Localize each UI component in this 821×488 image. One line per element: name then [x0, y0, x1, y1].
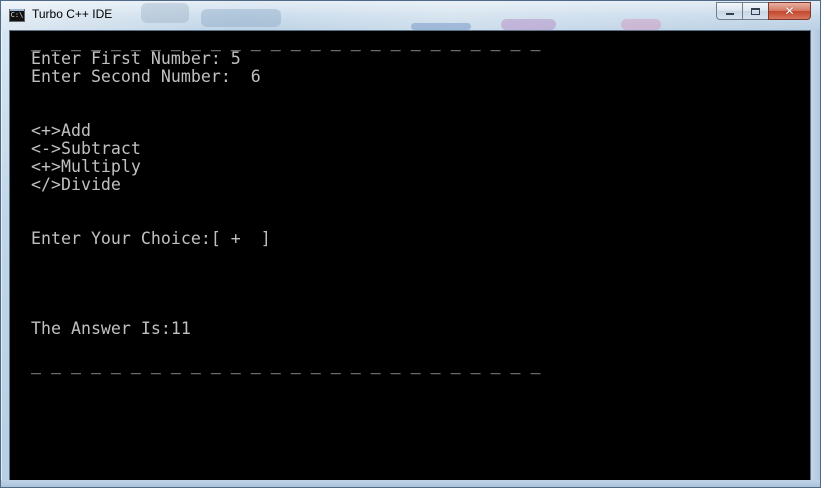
glass-reflection — [621, 19, 661, 30]
console-app-icon[interactable]: C:\ — [9, 9, 25, 22]
close-icon: ✕ — [784, 4, 795, 18]
answer-output: The Answer Is:11 — [31, 319, 191, 338]
choice-prompt: Enter Your Choice:[ + ] — [31, 229, 271, 248]
menu-item-multiply: <+>Multiply — [31, 157, 141, 176]
window-title: Turbo C++ IDE — [32, 7, 113, 21]
caption-buttons: ✕ — [716, 2, 811, 20]
first-number-prompt: Enter First Number: 5 — [31, 49, 241, 68]
menu-item-subtract: <->Subtract — [31, 139, 141, 158]
bottom-divider: _ _ _ _ _ _ _ _ _ _ _ _ _ _ _ _ _ _ _ _ … — [31, 355, 541, 374]
maximize-button[interactable] — [742, 2, 768, 20]
title-bar[interactable]: C:\ Turbo C++ IDE ✕ — [1, 1, 820, 30]
close-button[interactable]: ✕ — [768, 2, 811, 20]
menu-item-divide: </>Divide — [31, 175, 121, 194]
app-icon-label: C:\ — [10, 11, 24, 19]
maximize-icon — [751, 7, 760, 15]
window-bottom-frame[interactable] — [1, 480, 820, 487]
menu-item-add: <+>Add — [31, 121, 91, 140]
glass-reflection — [141, 3, 189, 23]
minimize-icon — [725, 13, 734, 15]
window-right-frame[interactable] — [811, 30, 820, 481]
glass-reflection — [411, 23, 471, 30]
glass-reflection — [201, 9, 281, 27]
minimize-button[interactable] — [716, 2, 742, 20]
console-window: C:\ Turbo C++ IDE ✕ _ _ _ _ _ _ _ _ _ _ … — [0, 0, 821, 488]
console-output[interactable]: _ _ _ _ _ _ _ _ _ _ _ _ _ _ _ _ _ _ _ _ … — [9, 30, 811, 481]
second-number-prompt: Enter Second Number: 6 — [31, 67, 261, 86]
glass-reflection — [501, 19, 556, 30]
